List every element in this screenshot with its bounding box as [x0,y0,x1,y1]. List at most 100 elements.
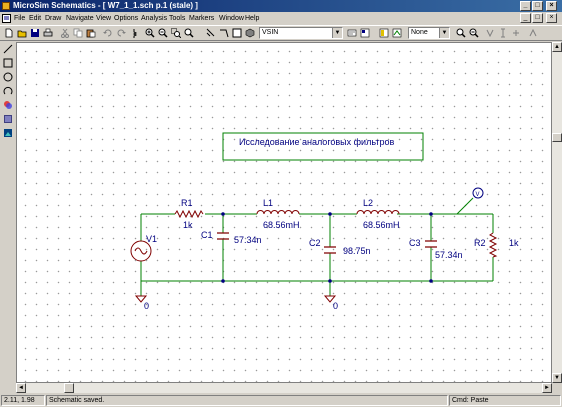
place-block-icon[interactable] [231,27,243,39]
l1-value: 68.56mH [263,220,300,230]
menu-draw[interactable]: Draw [45,14,61,23]
redo-icon[interactable] [115,27,127,39]
menu-bar: File Edit Draw Navigate View Options Ana… [0,13,562,24]
app-icon [2,2,10,10]
window-title: MicroSim Schematics - [ W7_1_1.sch p.1 (… [13,1,198,10]
title-bar: MicroSim Schematics - [ W7_1_1.sch p.1 (… [0,0,562,12]
draw-arc-icon[interactable] [2,86,14,98]
marker-db-icon[interactable] [527,27,539,39]
scroll-left-icon[interactable]: ◄ [16,383,26,393]
l2-name: L2 [363,198,373,208]
draw-text-icon[interactable] [2,114,14,126]
scroll-right-icon[interactable]: ► [542,383,552,393]
scroll-down-icon[interactable]: ▼ [552,373,562,383]
doc-minimize-button[interactable]: _ [520,13,531,23]
new-icon[interactable] [3,27,15,39]
part-combo[interactable]: VSIN ▼ [259,27,343,39]
zoom-in-icon[interactable] [144,27,156,39]
part-combo-value: VSIN [262,29,279,36]
cursor-coordinates: 2.11, 1.98 [1,395,45,406]
undo-icon[interactable] [102,27,114,39]
minimize-button[interactable]: _ [520,1,531,11]
zoom-out-icon[interactable] [157,27,169,39]
inductor-l1[interactable] [256,210,300,215]
marker-i-icon[interactable] [497,27,509,39]
display-combo[interactable]: None ▼ [408,27,450,39]
marker-db-icon[interactable] [510,27,522,39]
draw-wire-icon[interactable] [131,27,143,39]
scroll-up-icon[interactable]: ▲ [552,42,562,52]
l1-name: L1 [263,198,273,208]
r1-value: 1k [183,220,193,230]
vertical-scrollbar[interactable]: ▲ ▼ [552,42,562,383]
schematic-drawing: Исследование аналоговых фильтров V R1 1k… [130,132,519,311]
document-icon[interactable] [2,14,11,23]
schematic-canvas[interactable]: Исследование аналоговых фильтров V R1 1k… [16,42,552,383]
horizontal-scroll-thumb[interactable] [64,383,74,393]
close-button[interactable]: × [546,1,557,11]
paste-icon[interactable] [85,27,97,39]
display-combo-value: None [411,29,428,36]
menu-window[interactable]: Window [219,14,244,23]
menu-file[interactable]: File [14,14,25,23]
place-wire-icon[interactable] [218,27,230,39]
voltage-marker-label: V [476,192,480,198]
c3-value: 57.34n [435,250,463,260]
zoom-out-icon[interactable] [468,27,480,39]
status-command: Cmd: Paste [449,395,561,406]
menu-navigate[interactable]: Navigate [66,14,94,23]
c2-value: 98.75n [343,246,371,256]
main-toolbar: VSIN ▼ None ▼ [0,25,562,41]
doc-restore-button[interactable]: □ [532,13,543,23]
redraw-icon[interactable] [205,27,217,39]
cut-icon[interactable] [59,27,71,39]
menu-help[interactable]: Help [245,14,259,23]
zoom-area-icon[interactable] [170,27,182,39]
menu-view[interactable]: View [96,14,111,23]
l2-value: 68.56mH [363,220,400,230]
draw-polyline-icon[interactable] [2,100,14,112]
draw-toolbar [0,42,16,394]
r2-name: R2 [474,238,486,248]
capacitor-c1[interactable] [217,232,229,240]
copy-icon[interactable] [72,27,84,39]
chevron-down-icon[interactable]: ▼ [332,28,342,38]
capacitor-c3[interactable] [425,240,437,248]
open-icon[interactable] [16,27,28,39]
draw-box-icon[interactable] [2,58,14,70]
marker-v-icon[interactable] [484,27,496,39]
menu-options[interactable]: Options [114,14,138,23]
draw-circle-icon[interactable] [2,72,14,84]
menu-markers[interactable]: Markers [189,14,214,23]
capacitor-c2[interactable] [324,246,336,254]
symbol-editor-icon[interactable] [359,27,371,39]
menu-tools[interactable]: Tools [169,14,185,23]
doc-close-button[interactable]: × [546,13,557,23]
print-icon[interactable] [42,27,54,39]
menu-analysis[interactable]: Analysis [141,14,167,23]
save-icon[interactable] [29,27,41,39]
r1-name: R1 [181,198,193,208]
voltage-marker[interactable]: V [472,187,484,199]
c1-value: 57.34n [234,235,262,245]
menu-edit[interactable]: Edit [29,14,41,23]
chevron-down-icon[interactable]: ▼ [439,28,449,38]
insert-picture-icon[interactable] [2,128,14,140]
vertical-scroll-thumb[interactable] [552,133,562,142]
resistor-r1[interactable] [174,209,204,219]
probe-current-icon[interactable] [455,27,467,39]
probe-voltage-icon[interactable] [391,27,403,39]
maximize-button[interactable]: □ [532,1,543,11]
resistor-r2[interactable] [488,232,498,258]
scroll-corner [552,383,562,393]
get-part-icon[interactable] [244,27,256,39]
source-v1[interactable] [130,240,152,262]
inductor-l2[interactable] [356,210,400,215]
c3-name: C3 [409,238,421,248]
draw-line-icon[interactable] [2,44,14,56]
edit-attributes-icon[interactable] [346,27,358,39]
probe-icon[interactable] [378,27,390,39]
horizontal-scrollbar[interactable]: ◄ ► [16,383,552,393]
zoom-fit-icon[interactable] [183,27,195,39]
c2-name: C2 [309,238,321,248]
